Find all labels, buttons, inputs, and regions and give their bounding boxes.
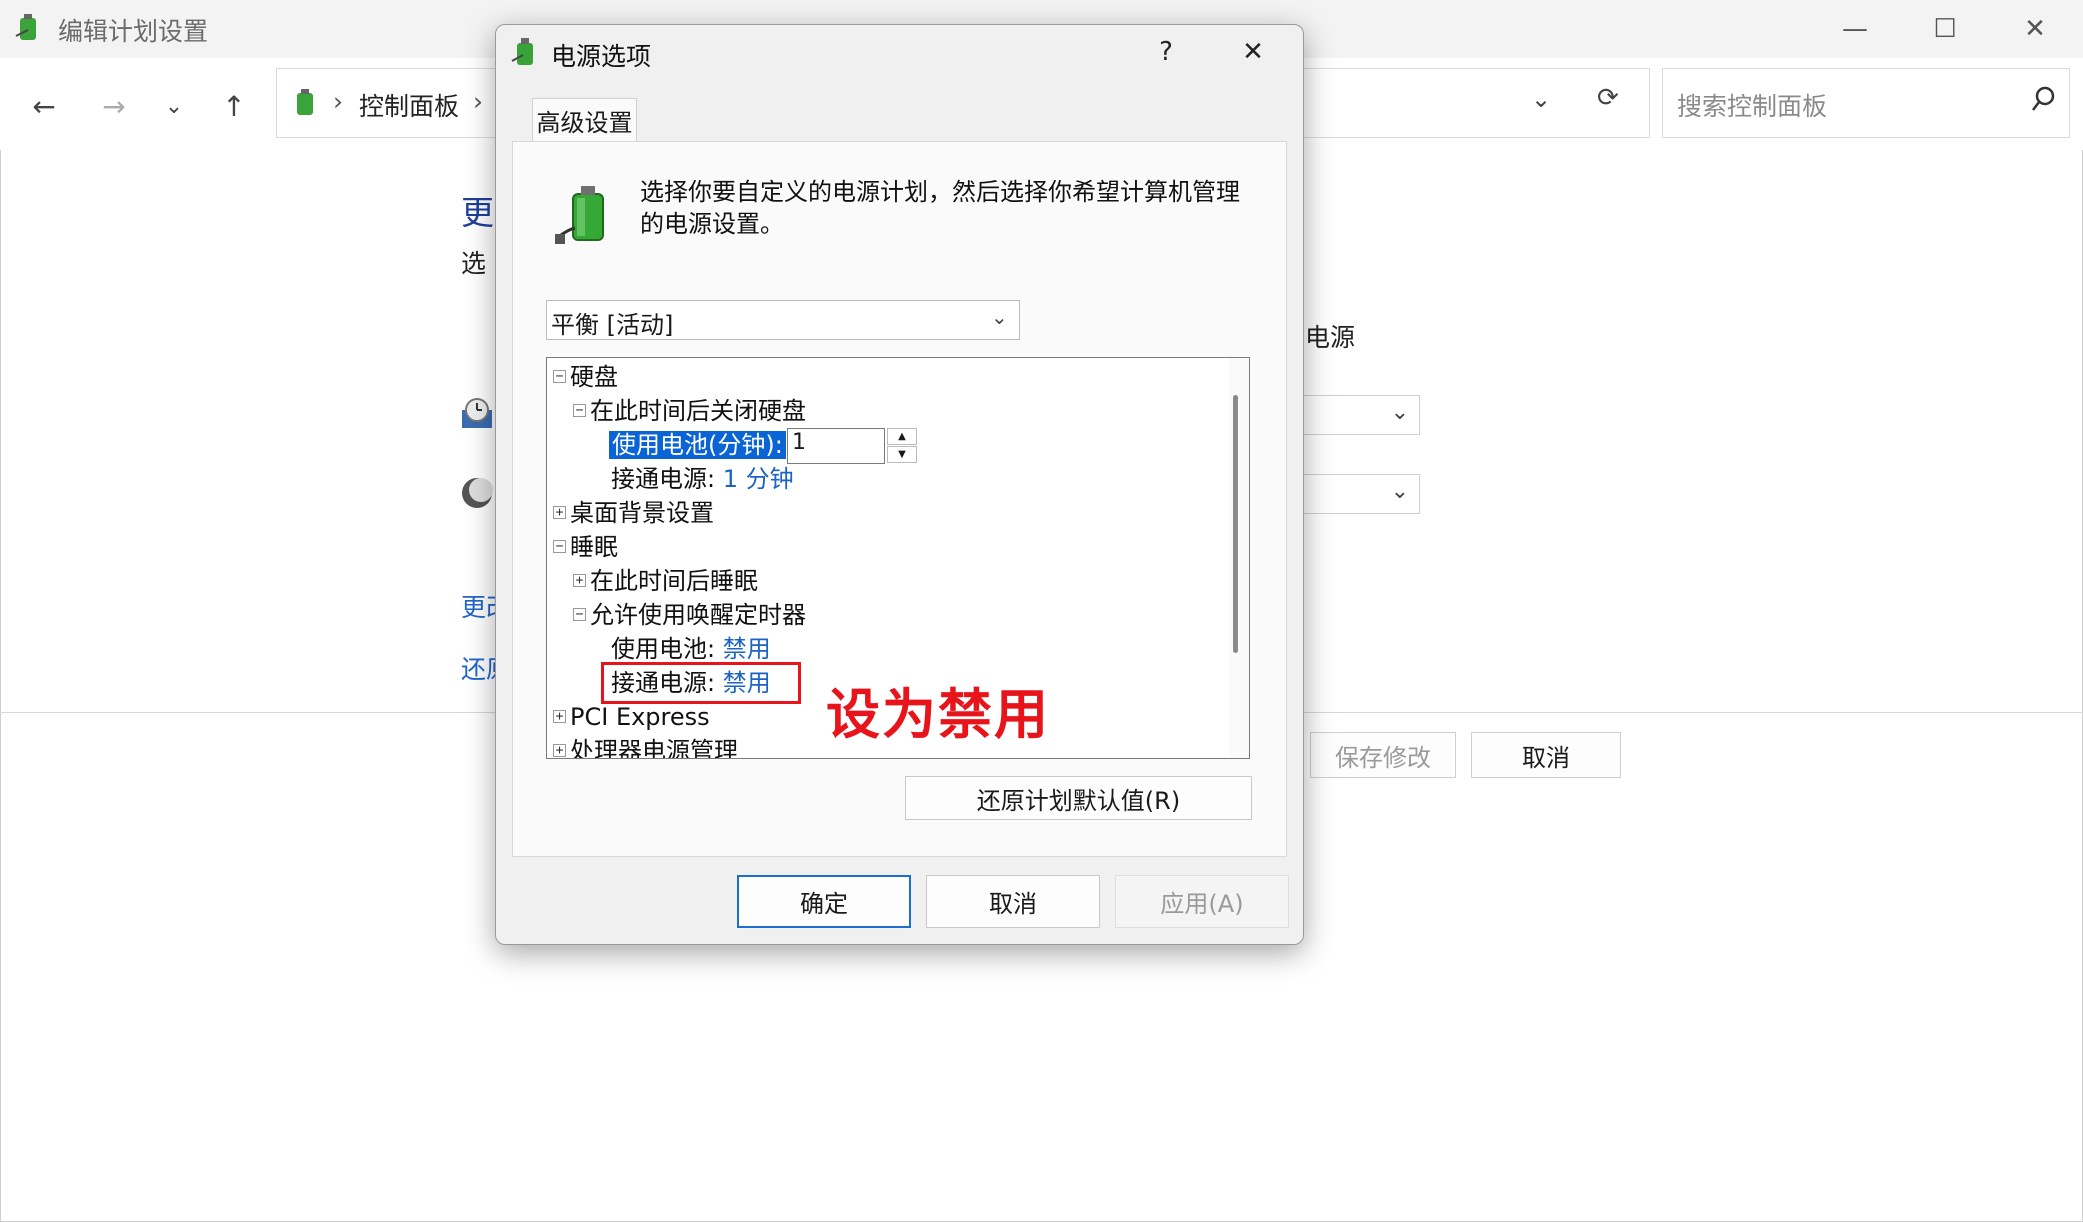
- tree-node-wake-battery[interactable]: 使用电池: 禁用: [611, 632, 771, 666]
- page-heading: 更: [461, 193, 494, 232]
- back-arrow-icon[interactable]: ←: [22, 84, 66, 128]
- tree-node-disk-battery[interactable]: 使用电池(分钟):: [609, 428, 786, 462]
- minimize-button[interactable]: —: [1810, 0, 1900, 58]
- spinner-value: 1: [792, 430, 806, 455]
- up-arrow-icon[interactable]: ↑: [212, 84, 256, 128]
- control-panel-icon: [291, 87, 321, 119]
- plan-selected-value: 平衡 [活动]: [551, 311, 674, 339]
- maximize-button[interactable]: ☐: [1900, 0, 1990, 58]
- tree-node-desktop-background[interactable]: + 桌面背景设置: [553, 496, 714, 530]
- page-subtitle: 选: [461, 249, 487, 278]
- spinner-input[interactable]: 1: [787, 428, 885, 464]
- power-battery-icon: [14, 12, 44, 44]
- tree-node-processor-power[interactable]: + 处理器电源管理: [553, 734, 738, 758]
- power-options-icon: [510, 35, 540, 73]
- power-plan-dropdown[interactable]: 平衡 [活动] ⌄: [546, 300, 1020, 340]
- dialog-title: 电源选项: [551, 42, 652, 71]
- tree-scrollbar[interactable]: [1229, 358, 1249, 758]
- cancel-dialog-button[interactable]: 取消: [926, 875, 1100, 928]
- apply-button[interactable]: 应用(A): [1115, 875, 1289, 928]
- disk-battery-label: 使用电池(分钟):: [609, 431, 786, 459]
- tree-node-sleep-after[interactable]: + 在此时间后睡眠: [573, 564, 758, 598]
- search-placeholder: 搜索控制面板: [1677, 92, 1828, 121]
- tree-node-wake-timers[interactable]: − 允许使用唤醒定时器: [573, 598, 806, 632]
- search-box[interactable]: 搜索控制面板: [1662, 68, 2070, 138]
- close-window-button[interactable]: ✕: [1990, 0, 2080, 58]
- cancel-background-button[interactable]: 取消: [1471, 732, 1621, 778]
- restore-plan-defaults-button[interactable]: 还原计划默认值(R): [905, 776, 1252, 820]
- recent-chevron-icon[interactable]: ⌄: [152, 84, 196, 128]
- spinner-up-icon[interactable]: ▲: [887, 428, 917, 445]
- tree-node-disk-plugged[interactable]: 接通电源: 1 分钟: [611, 462, 794, 496]
- battery-plug-icon: [553, 180, 617, 254]
- tree-node-pci-express[interactable]: + PCI Express: [553, 700, 710, 734]
- ok-button[interactable]: 确定: [737, 875, 911, 928]
- power-select-2[interactable]: ⌄: [1297, 474, 1420, 514]
- collapse-icon[interactable]: −: [553, 369, 566, 383]
- expand-icon[interactable]: +: [553, 505, 566, 519]
- tree-node-turn-off-disk[interactable]: − 在此时间后关闭硬盘: [573, 394, 806, 428]
- power-select-1[interactable]: ⌄: [1297, 395, 1420, 435]
- disk-battery-spinner[interactable]: 1 ▲ ▼: [787, 428, 920, 464]
- dialog-description: 选择你要自定义的电源计划，然后选择你希望计算机管理的电源设置。: [640, 178, 1240, 238]
- help-button[interactable]: ?: [1131, 25, 1201, 79]
- close-dialog-button[interactable]: ✕: [1218, 25, 1288, 79]
- display-moon-icon: [460, 476, 494, 514]
- refresh-icon[interactable]: ⟳: [1597, 83, 1619, 113]
- save-changes-button[interactable]: 保存修改: [1310, 732, 1456, 778]
- sleep-clock-icon: [460, 396, 494, 434]
- tree-scrollbar-thumb[interactable]: [1233, 395, 1238, 653]
- expand-icon[interactable]: +: [573, 573, 586, 587]
- breadcrumb-separator-2: ›: [473, 87, 483, 116]
- highlight-box: [601, 662, 801, 704]
- tree-node-sleep[interactable]: − 睡眠: [553, 530, 618, 564]
- tree-node-hard-disk[interactable]: − 硬盘: [553, 360, 618, 394]
- collapse-icon[interactable]: −: [553, 539, 566, 553]
- expand-icon[interactable]: +: [553, 709, 566, 723]
- wake-battery-value[interactable]: 禁用: [723, 635, 771, 663]
- address-dropdown-icon[interactable]: ⌄: [1531, 85, 1551, 113]
- power-column-label: 电源: [1305, 323, 1356, 352]
- breadcrumb-separator: ›: [333, 87, 343, 116]
- disk-plugged-value[interactable]: 1 分钟: [723, 465, 794, 493]
- window-title: 编辑计划设置: [58, 17, 209, 46]
- collapse-icon[interactable]: −: [573, 607, 586, 621]
- annotation-text: 设为禁用: [826, 683, 1050, 746]
- search-icon[interactable]: [2031, 85, 2055, 117]
- collapse-icon[interactable]: −: [573, 403, 586, 417]
- spinner-down-icon[interactable]: ▼: [887, 446, 917, 463]
- breadcrumb-control-panel[interactable]: 控制面板: [359, 87, 459, 123]
- tab-advanced-settings[interactable]: 高级设置: [532, 98, 637, 142]
- forward-arrow-icon[interactable]: →: [92, 84, 136, 128]
- expand-icon[interactable]: +: [553, 743, 566, 757]
- chevron-down-icon: ⌄: [991, 305, 1008, 329]
